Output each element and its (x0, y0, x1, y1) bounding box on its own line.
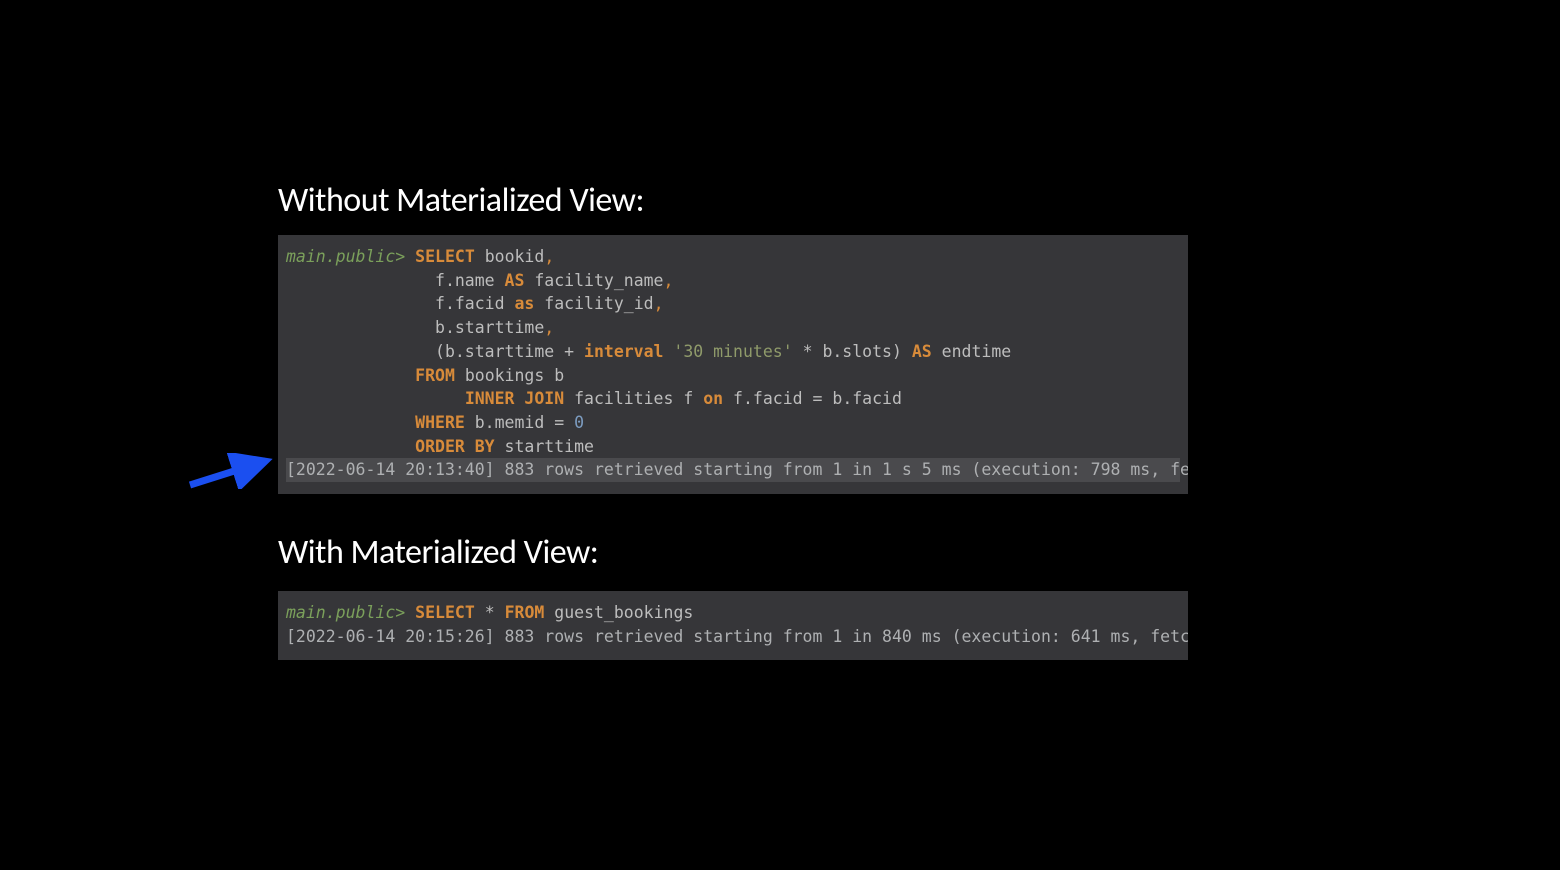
console-with-matview: main.public> SELECT * FROM guest_booking… (278, 591, 1188, 660)
result-text-1: [2022-06-14 20:13:40] 883 rows retrieved… (286, 460, 1188, 479)
comma-1: , (544, 247, 554, 266)
result-line-1: [2022-06-14 20:13:40] 883 rows retrieved… (286, 458, 1180, 482)
heading-with: With Materialized View: (278, 532, 1188, 573)
kw-from-2: FROM (505, 603, 545, 622)
orderby-starttime: starttime (495, 437, 594, 456)
kw-interval: interval (584, 342, 663, 361)
kw-as-3: AS (912, 342, 932, 361)
kw-select-1: SELECT (415, 247, 475, 266)
from-bookings: bookings b (455, 366, 564, 385)
comma-2: , (664, 271, 674, 290)
comma-3: , (654, 294, 664, 313)
kw-select-2: SELECT (415, 603, 475, 622)
col-endtime-post: endtime (932, 342, 1011, 361)
on-cond: f.facid = b.facid (723, 389, 902, 408)
col-facid-post: facility_id (534, 294, 653, 313)
kw-where-1: WHERE (415, 413, 465, 432)
col-fname-pre: f.name (286, 271, 505, 290)
slide-content: Without Materialized View: main.public> … (278, 180, 1188, 660)
col-endtime-mid: * b.slots) (793, 342, 912, 361)
result-text-2: [2022-06-14 20:15:26] 883 rows retrieved… (286, 627, 1188, 646)
col-bookid: bookid (475, 247, 545, 266)
join-facilities: facilities f (564, 389, 703, 408)
kw-as-2: as (514, 294, 534, 313)
kw-on: on (703, 389, 723, 408)
arrow-icon (186, 453, 280, 489)
col-facid-pre: f.facid (286, 294, 514, 313)
console-without-matview: main.public> SELECT bookid, f.name AS fa… (278, 235, 1188, 494)
kw-orderby: ORDER BY (415, 437, 494, 456)
kw-as-1: AS (505, 271, 525, 290)
num-zero: 0 (574, 413, 584, 432)
star: * (475, 603, 505, 622)
kw-inner-join: INNER JOIN (465, 389, 564, 408)
str-30min: '30 minutes' (664, 342, 793, 361)
prompt-1: main.public> (286, 247, 405, 266)
prompt-2: main.public> (286, 603, 405, 622)
from-guest-bookings: guest_bookings (544, 603, 693, 622)
col-starttime: b.starttime (286, 318, 544, 337)
comma-4: , (544, 318, 554, 337)
where-memid: b.memid = (465, 413, 574, 432)
heading-without: Without Materialized View: (278, 180, 1188, 221)
col-fname-post: facility_name (524, 271, 663, 290)
col-endtime-pre: (b.starttime + (286, 342, 584, 361)
kw-from-1: FROM (415, 366, 455, 385)
